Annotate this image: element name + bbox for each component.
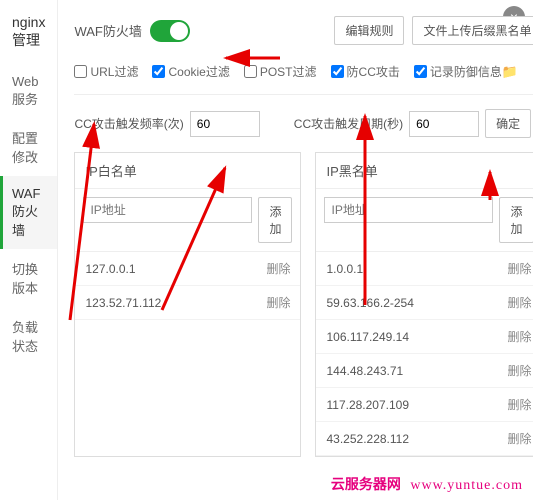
waf-label: WAF防火墙 (74, 21, 141, 40)
main-panel: WAF防火墙 编辑规则 文件上传后缀黑名单 URL过滤 Cookie过滤 POS… (58, 0, 533, 500)
delete-button[interactable]: 删除 (507, 328, 531, 345)
waf-toggle[interactable] (150, 20, 190, 42)
ip-value: 144.48.243.71 (326, 364, 403, 378)
cc-cycle-input[interactable] (409, 111, 479, 137)
cookie-filter-checkbox[interactable]: Cookie过滤 (152, 63, 229, 80)
header-row: WAF防火墙 编辑规则 文件上传后缀黑名单 (74, 16, 533, 45)
whitelist-rows: 127.0.0.1 删除 123.52.71.112 删除 (75, 252, 300, 320)
list-item: 117.28.207.109 删除 (316, 388, 533, 422)
watermark: 云服务器网 www.yuntue.com (331, 474, 523, 494)
ip-lists: IP白名单 添加 127.0.0.1 删除 123.52.71.112 删除 IP黑… (74, 152, 533, 457)
cc-filter-checkbox[interactable]: 防CC攻击 (331, 63, 400, 80)
cc-filter-label: 防CC攻击 (347, 63, 400, 80)
delete-button[interactable]: 删除 (507, 362, 531, 379)
list-item: 106.117.249.14 删除 (316, 320, 533, 354)
url-filter-checkbox[interactable]: URL过滤 (74, 63, 138, 80)
delete-button[interactable]: 删除 (507, 294, 531, 311)
waf-modal: × nginx管理 Web服务 配置修改 WAF防火墙 切换版本 负载状态 WA… (0, 0, 533, 500)
ip-value: 123.52.71.112 (85, 296, 161, 310)
sidebar: nginx管理 Web服务 配置修改 WAF防火墙 切换版本 负载状态 (0, 0, 58, 500)
cc-confirm-button[interactable]: 确定 (485, 109, 531, 138)
cc-cycle-label: CC攻击触发周期(秒) (294, 115, 403, 132)
list-item: 59.63.166.2-254 删除 (316, 286, 533, 320)
log-filter-label: 记录防御信息 (430, 63, 502, 80)
blacklist-add-button[interactable]: 添加 (499, 197, 533, 243)
ip-value: 127.0.0.1 (85, 262, 135, 276)
delete-button[interactable]: 删除 (507, 260, 531, 277)
whitelist-box: IP白名单 添加 127.0.0.1 删除 123.52.71.112 删除 (74, 152, 301, 457)
cookie-filter-label: Cookie过滤 (168, 63, 229, 80)
edit-rules-button[interactable]: 编辑规则 (334, 16, 404, 45)
whitelist-title: IP白名单 (75, 153, 300, 189)
sidebar-item-version[interactable]: 切换版本 (0, 249, 57, 307)
watermark-url: www.yuntue.com (410, 478, 523, 493)
blacklist-rows: 1.0.0.1 删除 59.63.166.2-254 删除 106.117.249.… (316, 252, 533, 456)
delete-button[interactable]: 删除 (266, 260, 290, 277)
cc-freq-label: CC攻击触发频率(次) (74, 115, 183, 132)
delete-button[interactable]: 删除 (507, 430, 531, 447)
list-item: 43.252.228.112 删除 (316, 422, 533, 456)
sidebar-title: nginx管理 (0, 14, 57, 64)
whitelist-add-button[interactable]: 添加 (258, 197, 292, 243)
log-filter-checkbox[interactable]: 记录防御信息📁 (414, 63, 518, 80)
ip-value: 106.117.249.14 (326, 330, 409, 344)
post-filter-checkbox[interactable]: POST过滤 (244, 63, 317, 80)
list-item: 1.0.0.1 删除 (316, 252, 533, 286)
blacklist-title: IP黑名单 (316, 153, 533, 189)
ip-value: 117.28.207.109 (326, 398, 409, 412)
ip-value: 1.0.0.1 (326, 262, 363, 276)
list-item: 123.52.71.112 删除 (75, 286, 300, 320)
post-filter-label: POST过滤 (260, 63, 317, 80)
sidebar-item-waf[interactable]: WAF防火墙 (0, 176, 57, 249)
sidebar-item-config[interactable]: 配置修改 (0, 118, 57, 176)
blacklist-box: IP黑名单 添加 1.0.0.1 删除 59.63.166.2-254 删除 106… (315, 152, 533, 457)
upload-suffix-blacklist-button[interactable]: 文件上传后缀黑名单 (412, 16, 533, 45)
delete-button[interactable]: 删除 (507, 396, 531, 413)
sidebar-item-web[interactable]: Web服务 (0, 64, 57, 118)
ip-value: 43.252.228.112 (326, 432, 409, 446)
list-item: 144.48.243.71 删除 (316, 354, 533, 388)
whitelist-ip-input[interactable] (83, 197, 252, 223)
list-item: 127.0.0.1 删除 (75, 252, 300, 286)
watermark-brand: 云服务器网 (331, 478, 401, 493)
url-filter-label: URL过滤 (90, 63, 138, 80)
filter-row: URL过滤 Cookie过滤 POST过滤 防CC攻击 记录防御信息📁 (74, 63, 533, 95)
folder-icon[interactable]: 📁 (502, 64, 518, 80)
ip-value: 59.63.166.2-254 (326, 296, 413, 310)
delete-button[interactable]: 删除 (266, 294, 290, 311)
sidebar-item-load[interactable]: 负载状态 (0, 307, 57, 365)
cc-config-row: CC攻击触发频率(次) CC攻击触发周期(秒) 确定 (74, 109, 533, 138)
cc-freq-input[interactable] (190, 111, 260, 137)
blacklist-ip-input[interactable] (324, 197, 493, 223)
